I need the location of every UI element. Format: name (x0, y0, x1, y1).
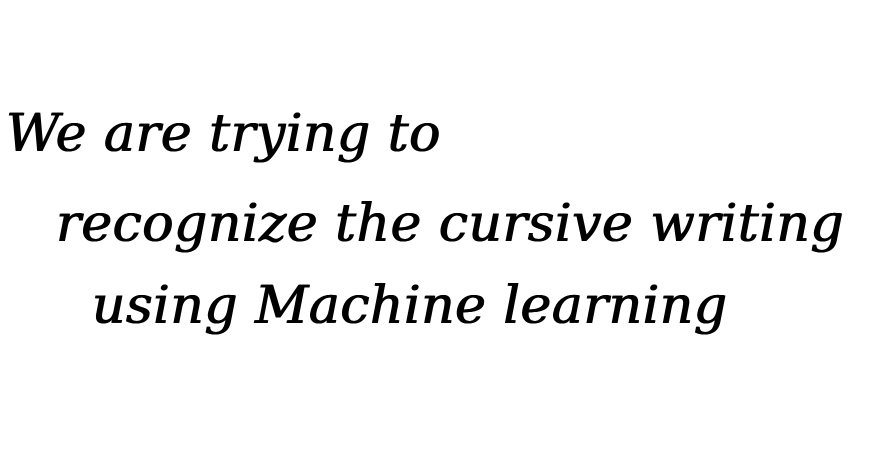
handwritten-line-2: recognize the cursive writing (56, 194, 845, 254)
handwritten-line-3: using Machine learning (92, 276, 728, 336)
handwritten-line-1: We are trying to (6, 104, 441, 164)
handwriting-canvas: We are trying to recognize the cursive w… (0, 0, 892, 464)
